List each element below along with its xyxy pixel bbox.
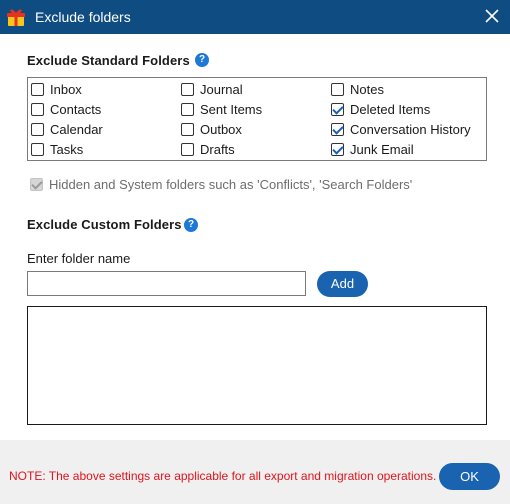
folder-option-sent-items[interactable]: Sent Items: [181, 101, 262, 117]
folder-name-input[interactable]: [27, 271, 306, 296]
sent-items-checkbox[interactable]: [181, 102, 194, 116]
folder-option-junk-email[interactable]: Junk Email: [331, 141, 414, 157]
folder-option-deleted-items[interactable]: Deleted Items: [331, 101, 430, 117]
hidden-system-label: Hidden and System folders such as 'Confl…: [49, 177, 413, 192]
notes-checkbox[interactable]: [331, 82, 344, 96]
deleted-items-label: Deleted Items: [350, 101, 431, 117]
folder-option-conversation-history[interactable]: Conversation History: [331, 121, 471, 137]
ok-button[interactable]: OK: [439, 463, 500, 490]
note-text: NOTE: The above settings are applicable …: [9, 469, 437, 483]
sent-items-label: Sent Items: [200, 101, 263, 117]
folder-option-journal[interactable]: Journal: [181, 81, 243, 97]
calendar-label: Calendar: [50, 121, 103, 137]
folder-option-tasks[interactable]: Tasks: [31, 141, 83, 157]
title-bar: Exclude folders: [0, 0, 510, 34]
custom-folders-heading: Exclude Custom Folders: [27, 217, 182, 232]
folder-option-contacts[interactable]: Contacts: [31, 101, 101, 117]
outbox-label: Outbox: [200, 121, 242, 137]
folder-option-calendar[interactable]: Calendar: [31, 121, 103, 137]
dialog-footer: NOTE: The above settings are applicable …: [0, 440, 510, 504]
inbox-label: Inbox: [50, 81, 82, 97]
outbox-checkbox[interactable]: [181, 122, 194, 136]
junk-email-label: Junk Email: [350, 141, 414, 157]
tasks-label: Tasks: [50, 141, 84, 157]
close-icon[interactable]: [482, 6, 502, 26]
contacts-label: Contacts: [50, 101, 102, 117]
hidden-system-folders-option: Hidden and System folders such as 'Confl…: [30, 177, 412, 192]
journal-checkbox[interactable]: [181, 82, 194, 96]
custom-help-icon[interactable]: ?: [184, 218, 198, 232]
contacts-checkbox[interactable]: [31, 102, 44, 116]
hidden-system-checkbox: [30, 178, 43, 191]
folder-option-inbox[interactable]: Inbox: [31, 81, 82, 97]
custom-folders-list[interactable]: [27, 306, 487, 425]
gift-box-icon: [7, 9, 25, 26]
calendar-checkbox[interactable]: [31, 122, 44, 136]
folder-name-label: Enter folder name: [27, 251, 131, 266]
journal-label: Journal: [200, 81, 243, 97]
deleted-items-checkbox[interactable]: [331, 102, 344, 116]
standard-folders-box: Inbox Journal Notes Contacts Sent Items …: [27, 77, 487, 161]
standard-folders-heading: Exclude Standard Folders: [27, 53, 190, 68]
drafts-checkbox[interactable]: [181, 142, 194, 156]
tasks-checkbox[interactable]: [31, 142, 44, 156]
add-button[interactable]: Add: [317, 271, 368, 297]
folder-option-drafts[interactable]: Drafts: [181, 141, 235, 157]
inbox-checkbox[interactable]: [31, 82, 44, 96]
drafts-label: Drafts: [200, 141, 235, 157]
folder-option-notes[interactable]: Notes: [331, 81, 384, 97]
notes-label: Notes: [350, 81, 384, 97]
window-title: Exclude folders: [35, 9, 131, 25]
conversation-history-label: Conversation History: [350, 121, 471, 137]
junk-email-checkbox[interactable]: [331, 142, 344, 156]
folder-option-outbox[interactable]: Outbox: [181, 121, 242, 137]
conversation-history-checkbox[interactable]: [331, 122, 344, 136]
standard-help-icon[interactable]: ?: [195, 53, 209, 67]
